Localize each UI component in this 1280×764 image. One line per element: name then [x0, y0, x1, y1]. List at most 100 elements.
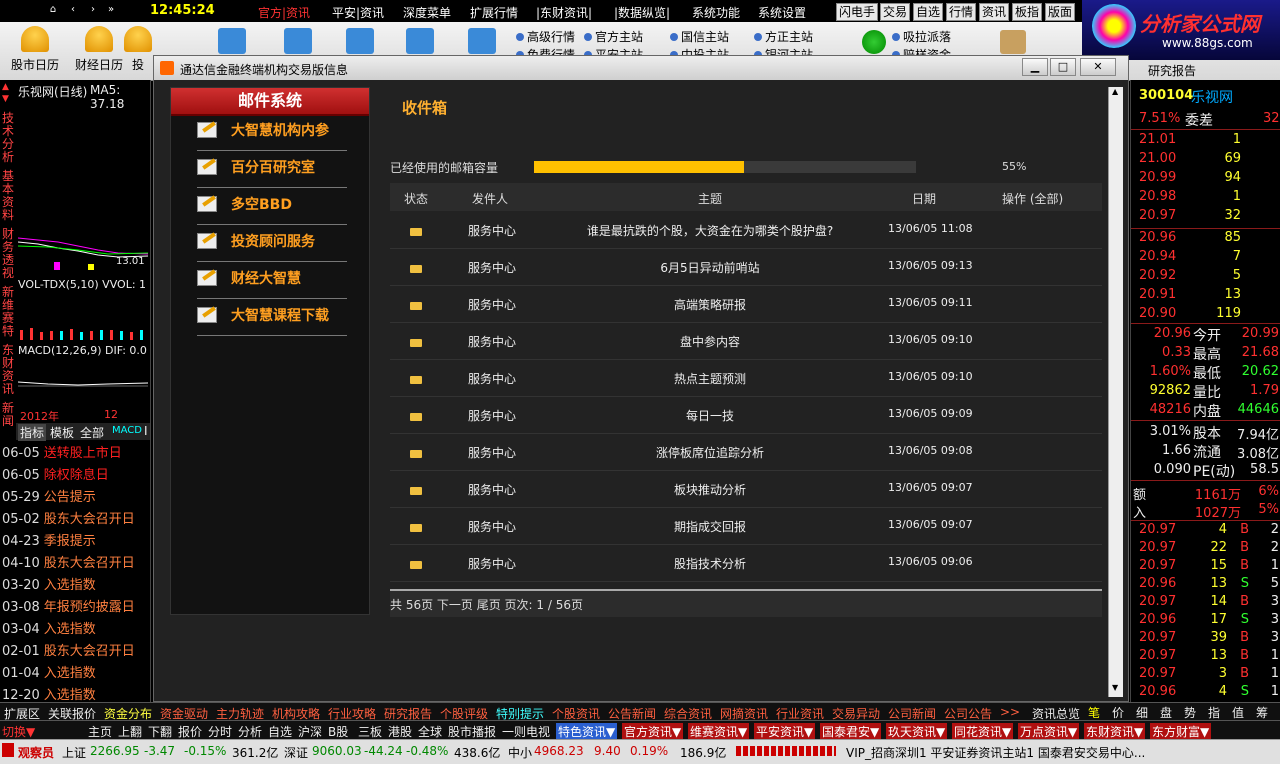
side-tab-profile[interactable]: 基本资料 — [0, 170, 16, 222]
minimize-button[interactable]: ▁ — [1022, 58, 1048, 76]
market-tab[interactable]: 东财资讯▼ — [1084, 723, 1146, 740]
mail-row[interactable]: 服务中心 股指技术分析 13/06/05 09:06 — [390, 544, 1102, 582]
chart-tool-icon[interactable] — [346, 28, 374, 54]
market-tab[interactable]: 平安资讯▼ — [754, 723, 816, 740]
scroll-up-icon[interactable]: ▲ — [1112, 87, 1118, 96]
mail-row[interactable]: 服务中心 6月5日异动前哨站 13/06/05 09:13 — [390, 248, 1102, 286]
quote-tab[interactable]: 指 — [1208, 704, 1220, 721]
col-sender[interactable]: 发件人 — [472, 190, 508, 207]
mail-row[interactable]: 服务中心 每日一技 13/06/05 09:09 — [390, 396, 1102, 434]
quote-tab[interactable]: 价 — [1112, 704, 1124, 721]
market-tab[interactable]: 沪深 — [298, 723, 322, 740]
col-date[interactable]: 日期 — [912, 190, 936, 207]
market-tab[interactable]: 东方财富▼ — [1150, 723, 1212, 740]
tab-template[interactable]: 模板 — [50, 424, 74, 441]
research-report-link[interactable]: 研究报告 — [1148, 62, 1196, 79]
market-tab[interactable]: 全球 — [418, 723, 442, 740]
col-actions[interactable]: 操作 (全部) — [1002, 190, 1063, 207]
package-icon[interactable] — [1000, 30, 1026, 54]
mail-row[interactable]: 服务中心 谁是最抗跌的个股，大资金在为哪类个股护盘? 13/06/05 11:08 — [390, 211, 1102, 249]
chart-tool-icon[interactable] — [406, 28, 434, 54]
quote-tab[interactable]: 盘 — [1160, 704, 1172, 721]
event-list-item[interactable]: 03-20 入选指数 — [2, 574, 96, 593]
quote-tab[interactable]: 筹 — [1256, 704, 1268, 721]
info-tab[interactable]: >> — [1000, 705, 1020, 719]
mail-category-item[interactable]: 投资顾问服务 — [197, 227, 347, 262]
market-tab[interactable]: 一则电视 — [502, 723, 550, 740]
mail-category-item[interactable]: 大智慧机构内参 — [197, 116, 347, 151]
tab-macd[interactable]: MACD — [112, 425, 142, 436]
quote-tab[interactable]: 笔 — [1088, 704, 1100, 721]
market-tab[interactable]: 同花资讯▼ — [952, 723, 1014, 740]
menu-official-news[interactable]: 官方|资讯 — [258, 4, 310, 21]
market-tab[interactable]: 主页 — [88, 723, 112, 740]
market-tab[interactable]: 国泰君安▼ — [820, 723, 882, 740]
market-tab[interactable]: 三板 — [358, 723, 382, 740]
quick-index-button[interactable]: 板指 — [1012, 3, 1043, 21]
col-status[interactable]: 状态 — [404, 190, 428, 207]
link-official-site[interactable]: 官方主站 — [584, 28, 643, 45]
close-button[interactable]: ✕ — [1080, 58, 1116, 76]
event-list-item[interactable]: 05-29 公告提示 — [2, 486, 96, 505]
mail-row[interactable]: 服务中心 高端策略研报 13/06/05 09:11 — [390, 285, 1102, 323]
market-tab[interactable]: 维赛资讯▼ — [688, 723, 750, 740]
menu-arrows-icon[interactable]: » — [104, 3, 118, 17]
back-icon[interactable]: ‹ — [66, 3, 80, 17]
mail-row[interactable]: 服务中心 涨停板席位追踪分析 13/06/05 09:08 — [390, 433, 1102, 471]
menu-pingan-news[interactable]: 平安|资讯 — [332, 4, 384, 21]
side-tab-news[interactable]: 新闻 — [0, 402, 16, 428]
event-list-item[interactable]: 05-02 股东大会召开日 — [2, 508, 135, 527]
event-list-item[interactable]: 06-05 除权除息日 — [2, 464, 109, 483]
quick-watchlist-button[interactable]: 自选 — [913, 3, 944, 21]
market-tab[interactable]: B股 — [328, 723, 348, 740]
network-icon[interactable] — [862, 30, 886, 54]
quick-news-button[interactable]: 资讯 — [979, 3, 1010, 21]
event-list-item[interactable]: 04-23 季报提示 — [2, 530, 96, 549]
mail-row[interactable]: 服务中心 板块推动分析 13/06/05 09:07 — [390, 470, 1102, 508]
quote-tab[interactable]: 值 — [1232, 704, 1244, 721]
forward-icon[interactable]: › — [86, 3, 100, 17]
quick-flash-button[interactable]: 闪电手 — [836, 3, 879, 21]
market-tab[interactable]: 分析 — [238, 723, 262, 740]
mail-category-item[interactable]: 大智慧课程下载 — [197, 301, 347, 336]
link-xila[interactable]: 吸拉派落 — [892, 28, 951, 45]
link-guoxin-site[interactable]: 国信主站 — [670, 28, 729, 45]
tab-more[interactable]: I — [144, 424, 148, 438]
dialog-scrollbar[interactable]: ▲ ▼ — [1108, 87, 1123, 697]
market-tab[interactable]: 股市播报 — [448, 723, 496, 740]
cart-icon[interactable] — [284, 28, 312, 54]
market-tab[interactable]: 下翻 — [148, 723, 172, 740]
event-list-item[interactable]: 03-04 入选指数 — [2, 618, 96, 637]
event-list-item[interactable]: 03-08 年报预约披露日 — [2, 596, 135, 615]
menu-data-overview[interactable]: |数据纵览| — [614, 4, 670, 21]
side-tab-xinwei[interactable]: 新维赛特 — [0, 286, 16, 338]
pager-text[interactable]: 共 56页 下一页 尾页 页次: 1 / 56页 — [390, 596, 583, 613]
mail-row[interactable]: 服务中心 期指成交回报 13/06/05 09:07 — [390, 507, 1102, 545]
quote-tab[interactable]: 细 — [1136, 704, 1148, 721]
market-tab[interactable]: 特色资讯▼ — [556, 723, 618, 740]
market-tab[interactable]: 港股 — [388, 723, 412, 740]
quick-quotes-button[interactable]: 行情 — [946, 3, 977, 21]
quote-tab[interactable]: 势 — [1184, 704, 1196, 721]
market-tab[interactable]: 切换▼ — [2, 723, 82, 740]
side-tab-finance[interactable]: 财务透视 — [0, 228, 16, 280]
scroll-down-icon[interactable]: ▼ — [1112, 683, 1118, 692]
mail-category-item[interactable]: 百分百研究室 — [197, 153, 347, 188]
col-subject[interactable]: 主题 — [698, 190, 722, 207]
chart-tool-icon[interactable] — [468, 28, 496, 54]
home-icon[interactable]: ⌂ — [46, 3, 60, 17]
market-tab[interactable]: 上翻 — [118, 723, 142, 740]
market-tab[interactable]: 分时 — [208, 723, 232, 740]
market-tab[interactable]: 官方资讯▼ — [622, 723, 684, 740]
mail-category-item[interactable]: 多空BBD — [197, 190, 347, 225]
basket-icon[interactable] — [218, 28, 246, 54]
link-advanced-quotes[interactable]: 高级行情 — [516, 28, 575, 45]
event-list-item[interactable]: 06-05 送转股上市日 — [2, 442, 122, 461]
mail-row[interactable]: 服务中心 热点主题预测 13/06/05 09:10 — [390, 359, 1102, 397]
dialog-titlebar[interactable]: 通达信金融终端机构交易版信息 ▁ □ ✕ — [154, 56, 1128, 80]
tool-button-partial[interactable]: 投 — [118, 24, 158, 73]
menu-deep[interactable]: 深度菜单 — [403, 4, 451, 21]
side-tab-technical[interactable]: 技术分析 — [0, 112, 16, 164]
event-list-item[interactable]: 02-01 股东大会召开日 — [2, 640, 135, 659]
maximize-button[interactable]: □ — [1050, 58, 1076, 76]
